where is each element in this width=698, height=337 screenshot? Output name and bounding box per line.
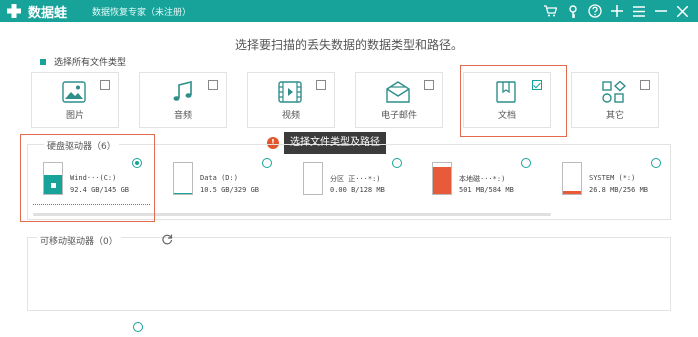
email-icon: [386, 81, 410, 103]
document-icon: [496, 81, 516, 103]
other-icon: [602, 81, 626, 103]
select-all-file-types[interactable]: 选择所有文件类型: [40, 55, 126, 68]
file-type-list: 图片 音频 视频 电子邮件 文档 其它: [31, 72, 671, 128]
close-icon[interactable]: [673, 2, 692, 20]
file-type-checkbox[interactable]: [208, 80, 218, 90]
app-logo-icon: [7, 4, 21, 18]
drive-size: 501 MB/584 MB: [459, 186, 514, 194]
file-type-checkbox[interactable]: [100, 80, 110, 90]
drive-usage-fill: [433, 167, 451, 194]
file-type-checkbox[interactable]: [640, 80, 650, 90]
file-type-checkbox[interactable]: [532, 80, 542, 90]
menu-icon[interactable]: [629, 2, 648, 20]
drive-base-bar: [562, 194, 582, 195]
drive-name: Data (D:): [200, 174, 238, 182]
drive-radio-selected[interactable]: [132, 158, 142, 168]
drive-name: 本地磁···*:): [459, 175, 506, 183]
minimize-icon[interactable]: [651, 2, 670, 20]
plus-icon[interactable]: [607, 2, 626, 20]
select-all-label: 选择所有文件类型: [54, 58, 127, 68]
selected-drive-underline: [33, 204, 150, 205]
audio-icon: [173, 81, 192, 101]
removable-drive-title: 可移动驱动器（0）: [37, 234, 121, 247]
refresh-icon[interactable]: [161, 233, 173, 245]
drive-icon: [173, 162, 193, 195]
video-icon: [278, 81, 302, 103]
file-type-label: 文档: [497, 111, 516, 121]
drive-radio[interactable]: [521, 158, 531, 168]
drive-list-scrollbar[interactable]: [33, 213, 551, 216]
file-type-label: 电子邮件: [380, 111, 417, 121]
drive-size: 0.00 B/128 MB: [330, 186, 385, 194]
help-icon[interactable]: [585, 2, 604, 20]
drive-radio[interactable]: [262, 158, 272, 168]
removable-drive-panel: [27, 237, 671, 311]
drive-icon: [43, 162, 63, 195]
drive-size: 10.5 GB/329 GB: [200, 186, 260, 194]
file-type-card-other[interactable]: 其它: [571, 72, 659, 128]
drive-icon: [303, 162, 323, 195]
cart-icon[interactable]: [541, 2, 560, 20]
drive-base-bar: [303, 194, 323, 195]
drive-base-bar: [432, 194, 452, 195]
key-icon[interactable]: [563, 2, 582, 20]
file-type-card-video[interactable]: 视频: [247, 72, 335, 128]
file-type-label: 其它: [605, 111, 624, 121]
drive-radio[interactable]: [651, 158, 661, 168]
partition-radio[interactable]: [133, 322, 143, 332]
drive-name: SYSTEM (*:): [589, 174, 636, 182]
hard-drive-title: 硬盘驱动器（6）: [44, 139, 119, 152]
page-heading: 选择要扫描的丢失数据的数据类型和路径。: [234, 38, 463, 52]
app-subtitle: 数据恢复专家（未注册）: [92, 8, 192, 18]
select-all-checkbox[interactable]: [40, 58, 46, 65]
file-type-label: 视频: [281, 111, 300, 121]
image-icon: [62, 81, 86, 103]
file-type-checkbox[interactable]: [316, 80, 326, 90]
drive-icon: [432, 162, 452, 195]
drive-radio[interactable]: [392, 158, 402, 168]
drive-name: 分区 正···*:): [330, 175, 381, 183]
drive-icon: [562, 162, 582, 195]
drive-base-bar: [173, 194, 193, 195]
file-type-card-email[interactable]: 电子邮件: [355, 72, 443, 128]
drive-base-bar: [43, 194, 63, 195]
drive-name: Wind···(C:): [70, 174, 117, 182]
drive-size: 26.8 MB/256 MB: [589, 186, 649, 194]
drive-size: 92.4 GB/145 GB: [70, 186, 130, 194]
file-type-card-audio[interactable]: 音频: [139, 72, 227, 128]
file-type-card-document[interactable]: 文档: [463, 72, 551, 128]
title-bar: 数据蛙 数据恢复专家（未注册）: [0, 0, 698, 22]
file-type-label: 音频: [173, 111, 192, 121]
file-type-card-image[interactable]: 图片: [31, 72, 119, 128]
file-type-label: 图片: [65, 111, 84, 121]
file-type-checkbox[interactable]: [424, 80, 434, 90]
app-name: 数据蛙: [28, 6, 68, 21]
